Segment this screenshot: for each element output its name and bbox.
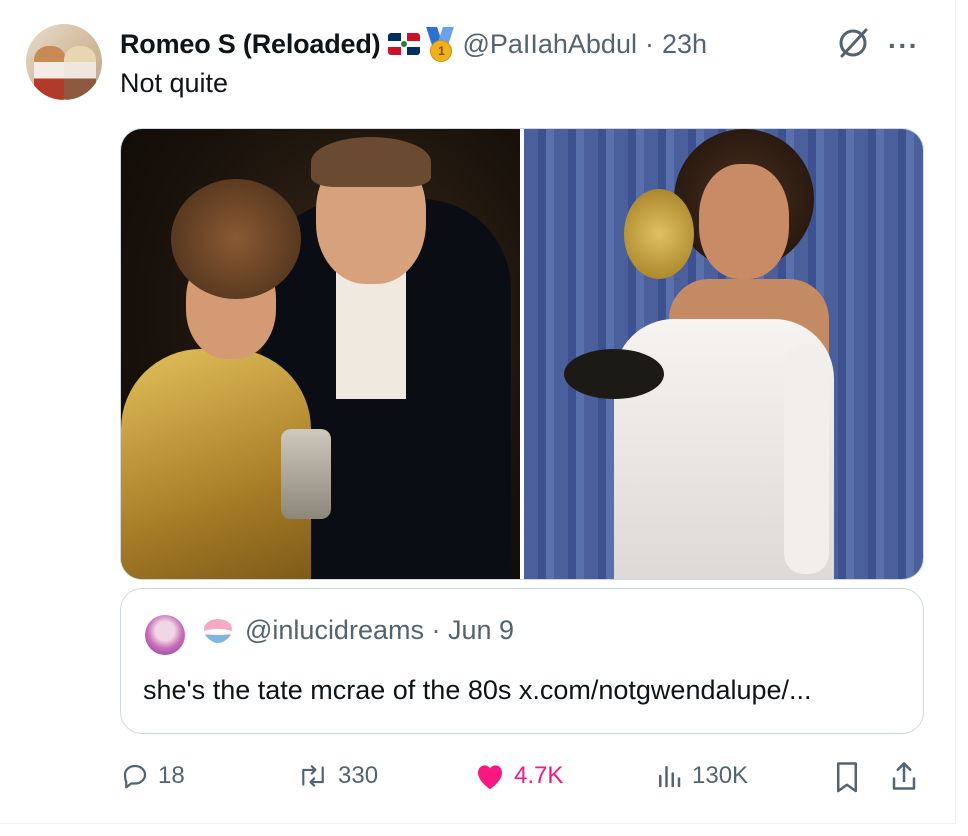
dominican-flag-icon [388, 33, 421, 55]
tweet-time[interactable]: 23h [662, 29, 707, 60]
heart-icon [478, 765, 502, 790]
repost-count: 330 [338, 762, 379, 789]
grok-icon[interactable] [836, 26, 870, 60]
more-options-icon[interactable]: ··· [888, 30, 919, 62]
quoted-text: she's the tate mcrae of the 80s x.com/no… [143, 675, 812, 705]
photo-right[interactable] [524, 129, 923, 579]
views-icon [659, 766, 681, 788]
separator-dot: · [644, 28, 654, 59]
shaved-ice-icon [204, 619, 232, 643]
quoted-author-avatar[interactable] [145, 615, 185, 655]
avatar-figure-left [34, 46, 66, 100]
like-count: 4.7K [514, 762, 564, 789]
tweet-header: Romeo S (Reloaded) 1 @PaIIahAbdul · 23h [120, 26, 707, 62]
repost-icon [302, 765, 324, 787]
reply-count: 18 [158, 762, 185, 789]
quoted-handle[interactable]: @inlucidreams [245, 615, 424, 645]
tweet-media[interactable] [120, 128, 924, 580]
author-avatar[interactable] [26, 24, 102, 100]
quoted-header: @inlucidreams · Jun 9 [245, 615, 514, 646]
bookmark-icon[interactable] [832, 756, 862, 796]
views-count: 130K [692, 762, 749, 789]
like-button[interactable]: 4.7K [474, 756, 563, 796]
author-name[interactable]: Romeo S (Reloaded) [120, 29, 381, 60]
medal-icon: 1 [426, 27, 455, 62]
action-bar: 18 330 4.7K 130K [0, 756, 956, 796]
share-icon[interactable] [888, 756, 920, 796]
author-handle[interactable]: @PaIIahAbdul [462, 29, 637, 60]
quoted-tweet[interactable]: @inlucidreams · Jun 9 she's the tate mcr… [120, 588, 924, 734]
quoted-date[interactable]: Jun 9 [448, 615, 514, 645]
tweet-text: Not quite [120, 68, 229, 98]
reply-button[interactable]: 18 [120, 756, 185, 796]
reply-icon [123, 764, 147, 789]
tweet-card[interactable]: Romeo S (Reloaded) 1 @PaIIahAbdul · 23h … [0, 0, 956, 824]
repost-button[interactable]: 330 [296, 756, 378, 796]
views-button[interactable]: 130K [654, 756, 748, 796]
separator-dot: · [431, 615, 441, 645]
photo-left[interactable] [121, 129, 520, 579]
avatar-figure-right [64, 46, 96, 100]
